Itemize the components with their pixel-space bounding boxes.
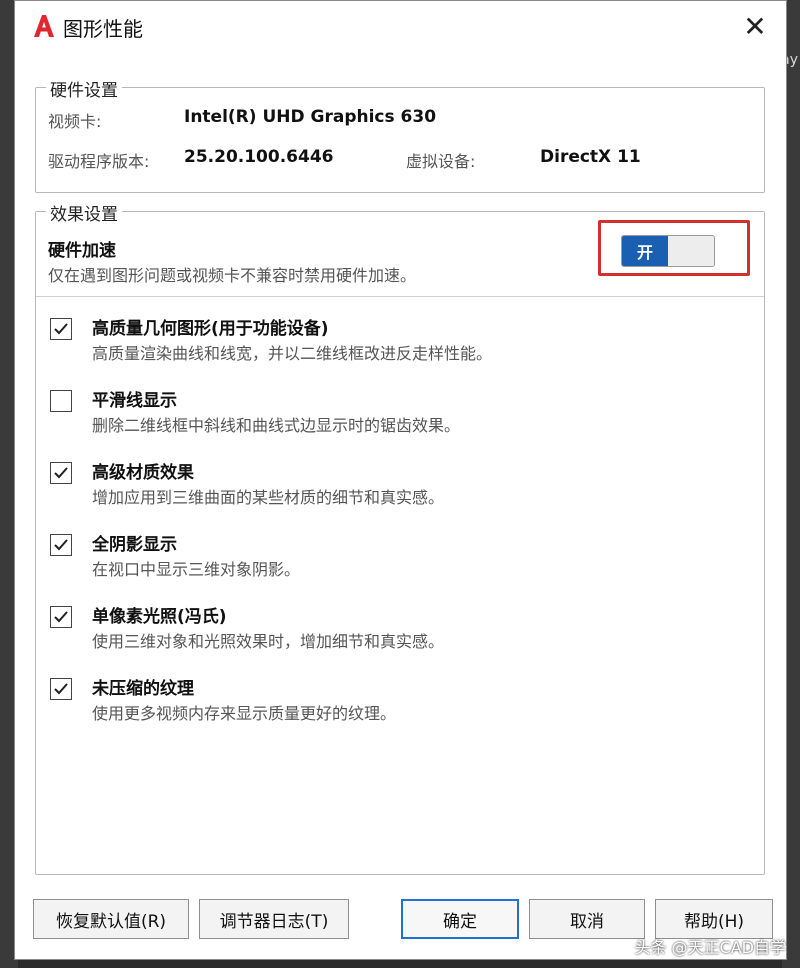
ok-button[interactable]: 确定 [401, 899, 519, 939]
high-quality-geometry-checkbox[interactable] [50, 318, 72, 340]
driver-version-value: 25.20.100.6446 [184, 147, 334, 167]
option-description: 增加应用到三维曲面的某些材质的细节和真实感。 [92, 488, 445, 507]
option-smooth-line-display: 平滑线显示 删除二维线框中斜线和曲线式边显示时的锯齿效果。 [46, 382, 746, 440]
restore-defaults-button[interactable]: 恢复默认值(R) [33, 899, 189, 939]
toggle-knob [668, 236, 714, 266]
section-divider [36, 296, 764, 297]
hardware-acceleration-title: 硬件加速 [48, 241, 116, 261]
dialog-title: 图形性能 [63, 17, 143, 41]
per-pixel-lighting-checkbox[interactable] [50, 606, 72, 628]
option-description: 删除二维线框中斜线和曲线式边显示时的锯齿效果。 [92, 416, 461, 435]
option-uncompressed-textures: 未压缩的纹理 使用更多视频内存来显示质量更好的纹理。 [46, 670, 746, 728]
option-title: 全阴影显示 [92, 535, 177, 555]
virtual-device-label: 虚拟设备: [406, 152, 476, 171]
option-description: 使用更多视频内存来显示质量更好的纹理。 [92, 704, 397, 723]
hardware-settings-legend: 硬件设置 [46, 76, 122, 101]
option-full-shadow-display: 全阴影显示 在视口中显示三维对象阴影。 [46, 526, 746, 584]
virtual-device-value: DirectX 11 [540, 147, 641, 167]
hardware-settings-group: 硬件设置 视频卡: Intel(R) UHD Graphics 630 驱动程序… [35, 76, 765, 193]
smooth-line-display-checkbox[interactable] [50, 390, 72, 412]
checkmark-icon [54, 539, 68, 551]
option-advanced-material-effects: 高级材质效果 增加应用到三维曲面的某些材质的细节和真实感。 [46, 454, 746, 512]
video-card-label: 视频卡: [48, 112, 102, 131]
graphics-performance-dialog: 图形性能 ✕ 硬件设置 视频卡: Intel(R) UHD Graphics 6… [14, 0, 787, 960]
checkmark-icon [54, 683, 68, 695]
option-description: 在视口中显示三维对象阴影。 [92, 560, 301, 579]
effects-settings-group: 效果设置 硬件加速 仅在遇到图形问题或视频卡不兼容时禁用硬件加速。 开 高质量几… [35, 200, 765, 875]
option-per-pixel-lighting: 单像素光照(冯氏) 使用三维对象和光照效果时，增加细节和真实感。 [46, 598, 746, 656]
close-button[interactable]: ✕ [738, 9, 772, 43]
advanced-material-effects-checkbox[interactable] [50, 462, 72, 484]
option-title: 未压缩的纹理 [92, 679, 194, 699]
toggle-highlight-box: 开 [598, 220, 750, 276]
effects-settings-legend: 效果设置 [46, 200, 122, 225]
full-shadow-display-checkbox[interactable] [50, 534, 72, 556]
hardware-acceleration-description: 仅在遇到图形问题或视频卡不兼容时禁用硬件加速。 [48, 266, 417, 285]
option-high-quality-geometry: 高质量几何图形(用于功能设备) 高质量渲染曲线和线宽，并以二维线框改进反走样性能… [46, 310, 746, 368]
option-title: 高质量几何图形(用于功能设备) [92, 319, 329, 339]
autocad-a-icon [34, 15, 54, 37]
tuner-log-button[interactable]: 调节器日志(T) [199, 899, 349, 939]
hardware-acceleration-toggle[interactable]: 开 [621, 235, 715, 267]
checkmark-icon [54, 323, 68, 335]
help-button[interactable]: 帮助(H) [655, 899, 773, 939]
video-card-value: Intel(R) UHD Graphics 630 [184, 107, 437, 127]
option-title: 平滑线显示 [92, 391, 177, 411]
close-icon: ✕ [743, 9, 767, 43]
cancel-button[interactable]: 取消 [529, 899, 645, 939]
toggle-on-label: 开 [622, 236, 668, 266]
checkmark-icon [54, 611, 68, 623]
checkmark-icon [54, 467, 68, 479]
option-description: 使用三维对象和光照效果时，增加细节和真实感。 [92, 632, 445, 651]
option-title: 高级材质效果 [92, 463, 194, 483]
option-title: 单像素光照(冯氏) [92, 607, 227, 627]
driver-version-label: 驱动程序版本: [48, 152, 150, 171]
uncompressed-textures-checkbox[interactable] [50, 678, 72, 700]
option-description: 高质量渲染曲线和线宽，并以二维线框改进反走样性能。 [92, 344, 493, 363]
watermark-text: 头条 @天正CAD自学 [634, 938, 786, 957]
title-bar[interactable]: 图形性能 ✕ [15, 1, 786, 53]
